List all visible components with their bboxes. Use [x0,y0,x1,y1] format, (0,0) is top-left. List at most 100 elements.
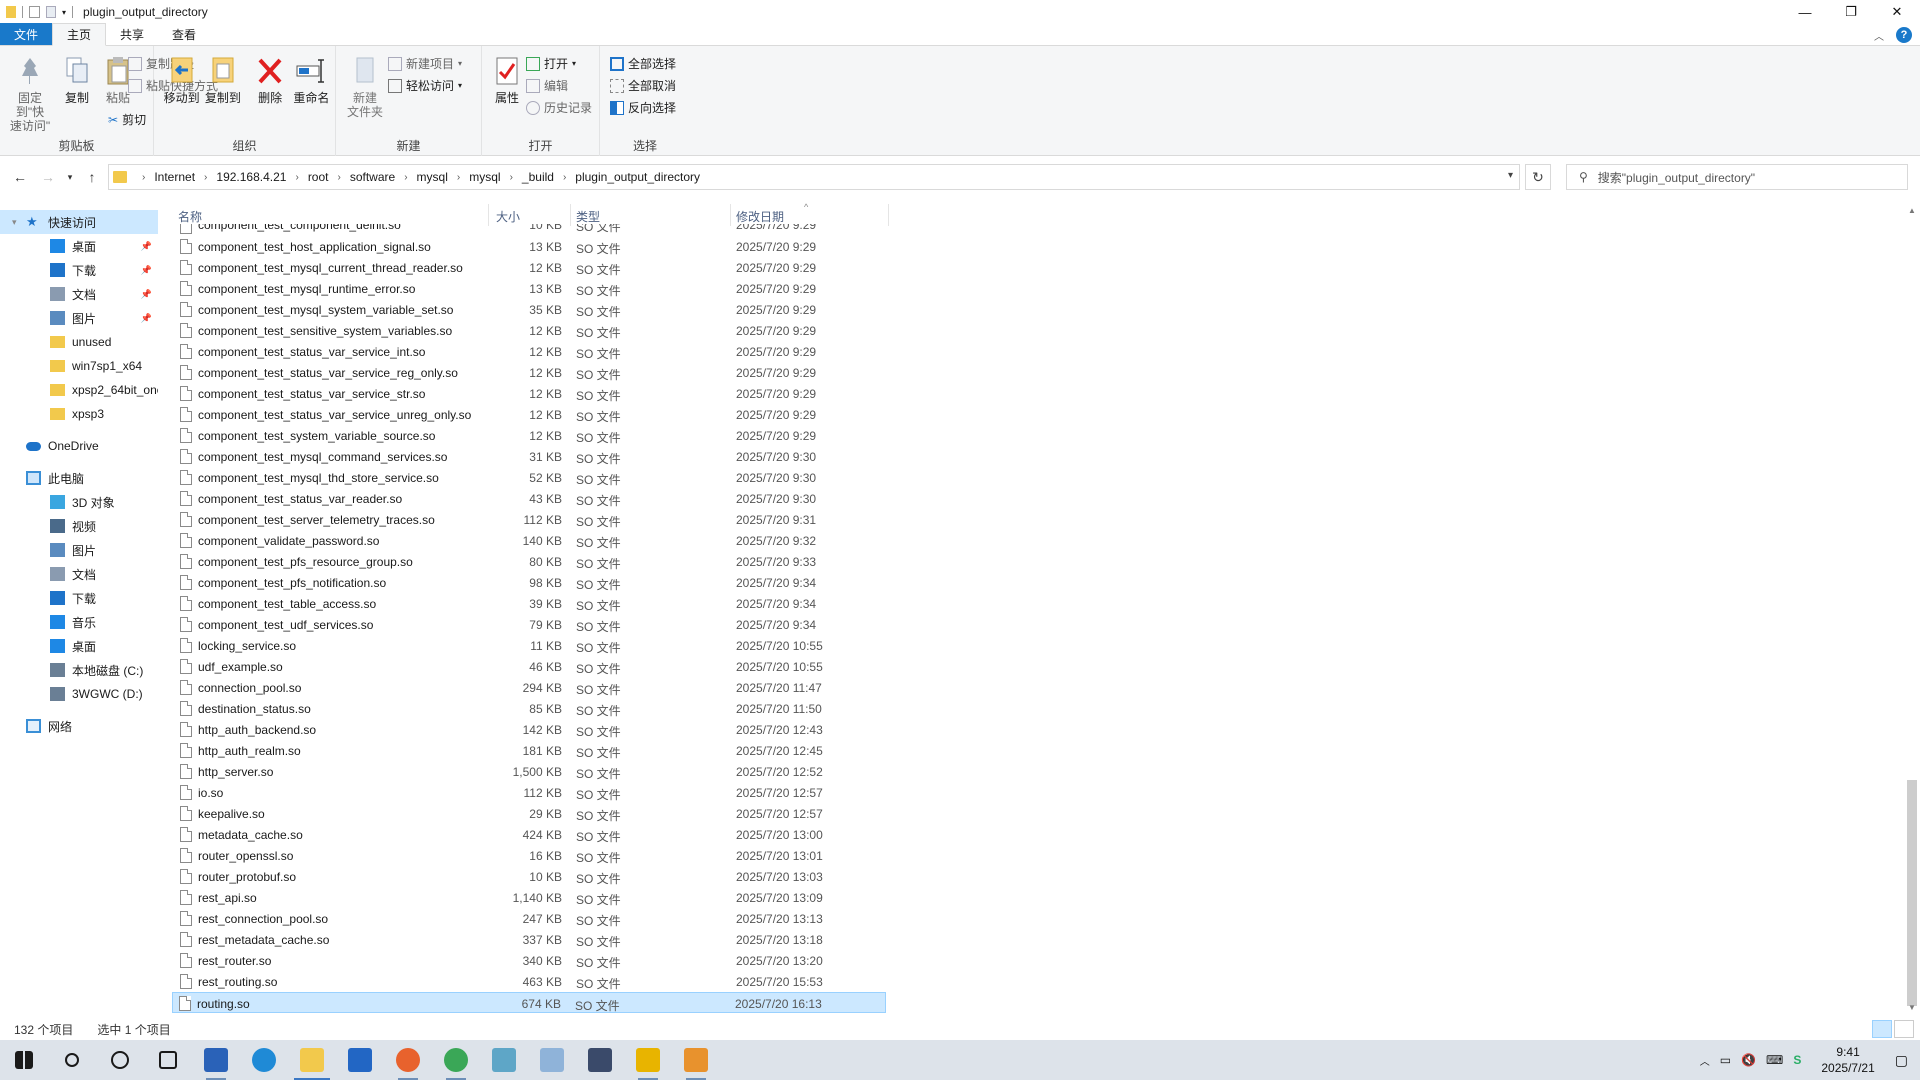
wechat-icon[interactable]: S [1793,1053,1801,1067]
firefox-app[interactable] [384,1040,432,1080]
file-row[interactable]: component_test_status_var_reader.so 43 KB… [174,488,886,509]
column-size[interactable]: 大小 [496,208,520,225]
back-button[interactable]: ← [8,165,32,189]
file-row[interactable]: http_auth_backend.so 142 KB SO 文件 2025/7/20… [174,719,886,740]
chevron-right-icon[interactable]: › [204,172,207,183]
file-row[interactable]: keepalive.so 29 KB SO 文件 2025/7/20 12:57 [174,803,886,824]
recent-locations-button[interactable]: ▾ [58,165,82,189]
file-row[interactable]: component_test_host_application_signal.s… [174,236,886,257]
file-row[interactable]: component_test_pfs_notification.so 98 KB S… [174,572,886,593]
pin-icon[interactable]: 📌 [141,289,152,300]
address-dropdown-icon[interactable]: ▾ [1508,170,1513,181]
file-row[interactable]: http_auth_realm.so 181 KB SO 文件 2025/7/20 1… [174,740,886,761]
maximize-button[interactable]: ❐ [1828,0,1874,24]
breadcrumb-item[interactable]: Internet [154,170,195,184]
tab-home[interactable]: 主页 [52,23,107,46]
pin-icon[interactable]: 📌 [141,313,152,324]
file-row[interactable]: rest_api.so 1,140 KB SO 文件 2025/7/20 13:09 [174,887,886,908]
sidebar-item[interactable]: 图片 📌 [0,306,158,330]
sidebar-item[interactable]: 文档 [0,562,158,586]
chevron-down-icon[interactable]: ▾ [62,8,66,17]
file-row[interactable]: component_test_server_telemetry_traces.s… [174,509,886,530]
calculator-app[interactable] [576,1040,624,1080]
breadcrumb-item[interactable]: software [350,170,395,184]
nav-this-pc[interactable]: 此电脑 [0,466,158,490]
scroll-up-icon[interactable]: ▲ [1908,206,1916,215]
breadcrumb-item[interactable]: mysql [417,170,448,184]
notepad-app[interactable] [480,1040,528,1080]
cortana-button[interactable] [96,1040,144,1080]
breadcrumb-item[interactable]: mysql [469,170,500,184]
sidebar-item[interactable]: 下载 [0,586,158,610]
file-row[interactable]: component_test_status_var_service_unreg_… [174,404,886,425]
file-row[interactable]: component_test_mysql_runtime_error.so 13 … [174,278,886,299]
tab-file[interactable]: 文件 [0,23,53,45]
sidebar-item[interactable]: 3D 对象 [0,490,158,514]
sidebar-item[interactable]: 图片 [0,538,158,562]
expand-icon[interactable]: ▾ [12,217,17,228]
file-row[interactable]: component_test_system_variable_source.so… [174,425,886,446]
breadcrumb-item[interactable]: root [308,170,329,184]
chrome-app[interactable] [432,1040,480,1080]
file-row[interactable]: io.so 112 KB SO 文件 2025/7/20 12:57 [174,782,886,803]
up-button[interactable]: ↑ [80,165,104,189]
file-row[interactable]: component_test_mysql_current_thread_read… [174,257,886,278]
tab-view[interactable]: 查看 [158,23,210,45]
sidebar-item[interactable]: win7sp1_x64 [0,354,158,378]
column-divider[interactable] [570,204,571,226]
history-button[interactable]: 历史记录 [526,98,592,117]
pin-icon[interactable]: 📌 [141,241,152,252]
file-row[interactable]: rest_connection_pool.so 247 KB SO 文件 2025/7… [174,908,886,929]
file-row[interactable]: router_protobuf.so 10 KB SO 文件 2025/7/20 13… [174,866,886,887]
file-row[interactable]: component_validate_password.so 140 KB SO 文… [174,530,886,551]
file-row[interactable]: component_test_status_var_service_str.so… [174,383,886,404]
chevron-right-icon[interactable]: › [457,172,460,183]
volume-muted-icon[interactable]: 🔇 [1741,1053,1756,1067]
close-button[interactable]: ✕ [1874,0,1920,24]
scroll-down-icon[interactable]: ▼ [1908,1003,1916,1012]
remote-app[interactable] [672,1040,720,1080]
sidebar-item[interactable]: 文档 📌 [0,282,158,306]
chevron-right-icon[interactable]: › [338,172,341,183]
file-row[interactable]: metadata_cache.so 424 KB SO 文件 2025/7/20 13… [174,824,886,845]
breadcrumb-item[interactable]: 192.168.4.21 [216,170,286,184]
file-row[interactable]: component_test_udf_services.so 79 KB SO 文件… [174,614,886,635]
file-row[interactable]: component_test_mysql_command_services.so… [174,446,886,467]
address-bar[interactable]: › Internet › 192.168.4.21 › root › software › my… [108,164,1520,190]
invert-selection-button[interactable]: 反向选择 [610,98,676,117]
forward-button[interactable]: → [36,165,60,189]
input-method-icon[interactable]: ⌨ [1766,1053,1783,1067]
network-status-icon[interactable]: ▭ [1720,1053,1731,1067]
new-folder-icon[interactable] [46,6,56,18]
store-app[interactable] [192,1040,240,1080]
clock[interactable]: 9:41 2025/7/21 [1811,1044,1884,1076]
file-row[interactable]: component_test_pfs_resource_group.so 80 K… [174,551,886,572]
sidebar-item[interactable]: xpsp2_64bit_onec [0,378,158,402]
help-icon[interactable]: ? [1896,27,1912,43]
sidebar-item[interactable]: 桌面 [0,634,158,658]
file-row[interactable]: routing.so 674 KB SO 文件 2025/7/20 16:13 [172,992,886,1013]
file-row[interactable]: component_test_mysql_system_variable_set… [174,299,886,320]
large-icons-view-button[interactable] [1894,1020,1914,1038]
file-row[interactable]: connection_pool.so 294 KB SO 文件 2025/7/20 1… [174,677,886,698]
file-row[interactable]: locking_service.so 11 KB SO 文件 2025/7/20 10… [174,635,886,656]
sidebar-item[interactable]: xpsp3 [0,402,158,426]
collapse-ribbon-icon[interactable]: ︿ [1874,28,1884,43]
file-row[interactable]: component_test_status_var_service_int.so… [174,341,886,362]
sidebar-item[interactable]: 桌面 📌 [0,234,158,258]
column-divider[interactable] [888,204,889,226]
properties-check-icon[interactable] [29,6,40,18]
search-input[interactable]: ⚲ 搜索"plugin_output_directory" [1566,164,1908,190]
select-all-button[interactable]: 全部选择 [610,54,676,73]
file-row[interactable]: component_test_mysql_thd_store_service.s… [174,467,886,488]
sidebar-item[interactable]: 本地磁盘 (C:) [0,658,158,682]
nav-quick-access[interactable]: ▾ ★ 快速访问 [0,210,158,234]
file-row[interactable]: udf_example.so 46 KB SO 文件 2025/7/20 10:55 [174,656,886,677]
file-row[interactable]: rest_router.so 340 KB SO 文件 2025/7/20 13:20 [174,950,886,971]
minimize-button[interactable]: — [1782,0,1828,24]
file-row[interactable]: router_openssl.so 16 KB SO 文件 2025/7/20 13:… [174,845,886,866]
file-row[interactable]: component_test_component_deinit.so 10 KB S… [174,224,886,236]
select-none-button[interactable]: 全部取消 [610,76,676,95]
edge-app[interactable] [240,1040,288,1080]
chevron-right-icon[interactable]: › [404,172,407,183]
